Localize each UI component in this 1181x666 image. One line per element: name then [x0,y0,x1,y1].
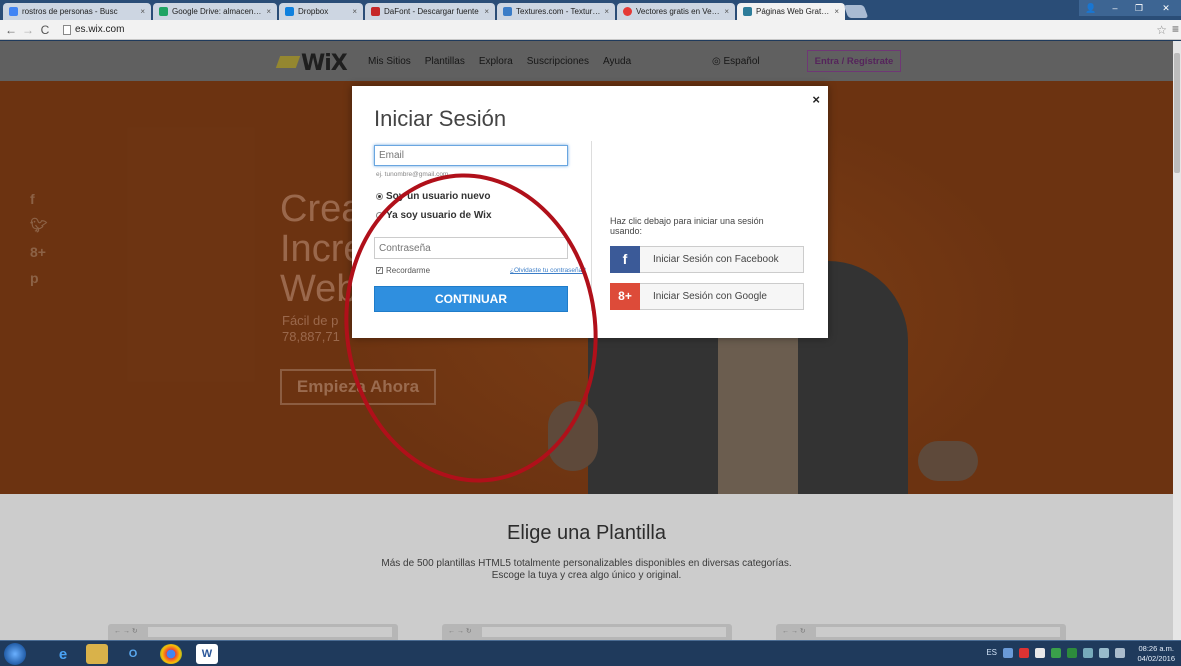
internet-explorer-icon[interactable]: e [52,644,74,664]
windows-taskbar: e O W ES 08:26 a.m. 04/02/2016 [0,640,1181,666]
tab-vectores[interactable]: Vectores gratis en Vector × [617,3,735,20]
word-icon[interactable]: W [196,644,218,664]
facebook-login-button[interactable]: f Iniciar Sesión con Facebook [610,245,804,273]
tab-close-icon[interactable]: × [834,7,839,16]
tab-close-icon[interactable]: × [352,7,357,16]
wix-favicon-icon [743,7,752,16]
file-explorer-icon[interactable] [86,644,108,664]
tab-close-icon[interactable]: × [484,7,489,16]
browser-tab-bar: rostros de personas - Busc × Google Drive… [0,0,1181,20]
tab-textures[interactable]: Textures.com - Textures fo × [497,3,615,20]
window-close-icon[interactable]: ✕ [1151,0,1181,16]
start-button-icon[interactable] [4,643,26,665]
tab-dafont[interactable]: DaFont - Descargar fuente × [365,3,495,20]
tray-icon[interactable] [1067,648,1077,658]
clock-date: 04/02/2016 [1137,654,1175,663]
google-login-label: Iniciar Sesión con Google [653,291,767,302]
password-input[interactable] [374,237,568,259]
radio-unselected-icon[interactable] [376,212,383,219]
modal-title: Iniciar Sesión [374,106,507,131]
user-icon[interactable]: 👤 [1079,0,1103,16]
tab-close-icon[interactable]: × [604,7,609,16]
back-arrow-icon[interactable]: ← [4,23,18,37]
tray-icon[interactable] [1003,648,1013,658]
scrollbar-thumb[interactable] [1174,53,1180,173]
radio-selected-icon[interactable] [376,193,383,200]
clock-time: 08:26 a.m. [1138,644,1174,653]
reload-icon[interactable]: C [38,23,52,37]
page-icon [63,24,71,35]
chrome-menu-icon[interactable]: ≡ [1172,22,1179,36]
volume-icon[interactable] [1115,648,1125,658]
drive-favicon-icon [159,7,168,16]
tray-icon[interactable] [1019,648,1029,658]
tab-google-search[interactable]: rostros de personas - Busc × [3,3,151,20]
dafont-favicon-icon [371,7,380,16]
radio-new-user[interactable]: Soy un usuario nuevo [376,191,490,202]
window-controls: 👤 – ❐ ✕ [1079,0,1181,16]
close-icon[interactable]: × [812,92,820,107]
tray-icon[interactable] [1051,648,1061,658]
radio-existing-user-label: Ya soy usuario de Wix [386,210,492,221]
modal-divider [591,141,592,311]
tab-google-drive[interactable]: Google Drive: almacenami × [153,3,277,20]
dropbox-favicon-icon [285,7,294,16]
forgot-password-link[interactable]: ¿Olvidaste tu contraseña? [510,267,586,274]
bookmark-star-icon[interactable]: ☆ [1156,23,1167,37]
facebook-icon: f [610,245,640,273]
maximize-icon[interactable]: ❐ [1127,0,1151,16]
textures-favicon-icon [503,7,512,16]
page-viewport: WiX Mis Sitios Plantillas Explora Suscri… [0,41,1181,640]
checkbox-checked-icon[interactable]: ✓ [376,267,383,274]
radio-existing-user[interactable]: Ya soy usuario de Wix [376,210,492,221]
vector-favicon-icon [623,7,632,16]
tray-icon[interactable] [1083,648,1093,658]
url-field[interactable]: es.wix.com [63,24,124,35]
google-login-button[interactable]: 8+ Iniciar Sesión con Google [610,282,804,310]
language-indicator[interactable]: ES [986,648,997,658]
forward-arrow-icon[interactable]: → [21,23,35,37]
tab-dropbox[interactable]: Dropbox × [279,3,363,20]
tray-icon[interactable] [1035,648,1045,658]
tab-close-icon[interactable]: × [266,7,271,16]
facebook-login-label: Iniciar Sesión con Facebook [653,254,779,265]
email-hint: ej. tunombre@gmail.com [376,171,449,178]
tab-close-icon[interactable]: × [140,7,145,16]
new-tab-button[interactable] [843,5,869,18]
social-login-hint: Haz clic debajo para iniciar una sesión … [610,216,764,236]
continue-button[interactable]: CONTINUAR [374,286,568,312]
tab-close-icon[interactable]: × [724,7,729,16]
tab-wix-active[interactable]: Páginas Web Gratis | Des× [737,3,845,20]
email-input[interactable] [374,145,568,166]
system-tray: ES [986,648,1125,658]
page-scrollbar[interactable] [1173,41,1181,640]
address-bar: ← → C es.wix.com ☆ ≡ [0,20,1181,40]
system-clock[interactable]: 08:26 a.m. 04/02/2016 [1137,644,1175,664]
login-modal: × Iniciar Sesión ej. tunombre@gmail.com … [352,86,828,338]
chrome-icon[interactable] [160,644,182,664]
network-icon[interactable] [1099,648,1109,658]
google-favicon-icon [9,7,18,16]
outlook-icon[interactable]: O [122,644,144,664]
remember-me-label: Recordarme [386,266,431,275]
minimize-icon[interactable]: – [1103,0,1127,16]
google-plus-icon: 8+ [610,282,640,310]
remember-me-checkbox[interactable]: ✓ Recordarme [376,266,430,275]
url-text: es.wix.com [75,24,125,35]
radio-new-user-label: Soy un usuario nuevo [386,191,491,202]
